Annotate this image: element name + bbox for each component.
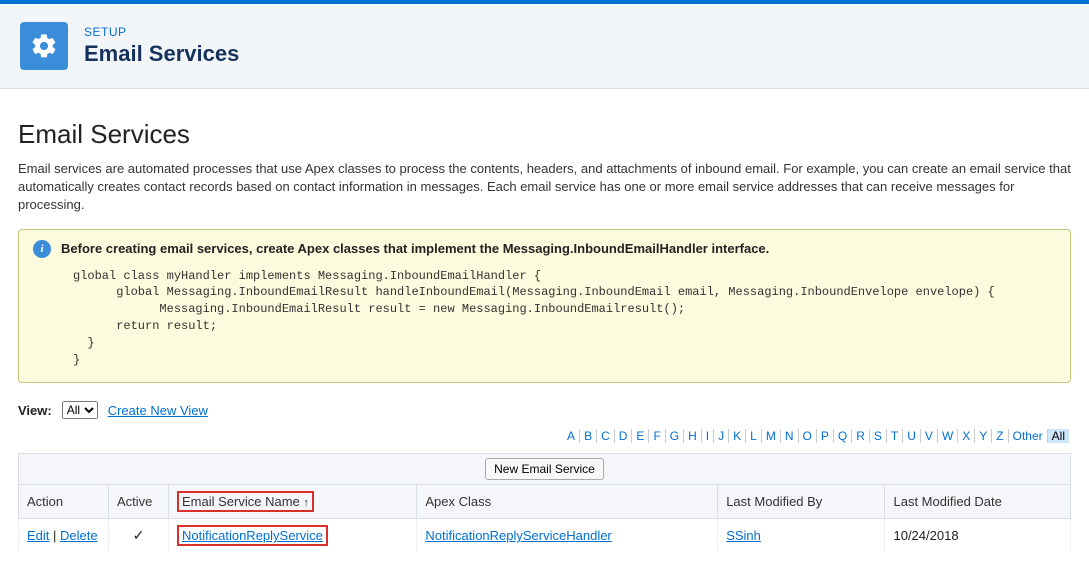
alpha-letter-p[interactable]: P (816, 429, 833, 443)
alpha-letter-i[interactable]: I (701, 429, 713, 443)
alpha-letter-d[interactable]: D (614, 429, 632, 443)
alpha-letter-h[interactable]: H (683, 429, 701, 443)
alpha-letter-n[interactable]: N (780, 429, 798, 443)
create-new-view-link[interactable]: Create New View (108, 403, 208, 418)
cell-name: NotificationReplyService (169, 519, 417, 553)
col-name-label: Email Service Name (182, 494, 300, 509)
alpha-letter-t[interactable]: T (886, 429, 902, 443)
col-modified-date[interactable]: Last Modified Date (885, 485, 1071, 519)
table-row: Edit | Delete ✓ NotificationReplyService… (19, 519, 1071, 553)
setup-titles: SETUP Email Services (84, 25, 239, 67)
alpha-letter-o[interactable]: O (798, 429, 816, 443)
cell-apex: NotificationReplyServiceHandler (417, 519, 718, 553)
new-email-service-button[interactable]: New Email Service (485, 458, 604, 480)
service-name-link[interactable]: NotificationReplyService (182, 528, 323, 543)
col-name[interactable]: Email Service Name ↑ (169, 485, 417, 519)
alpha-letter-u[interactable]: U (902, 429, 920, 443)
view-row: View: All Create New View (18, 401, 1071, 419)
view-label: View: (18, 403, 52, 418)
alpha-letter-r[interactable]: R (851, 429, 869, 443)
code-sample: global class myHandler implements Messag… (33, 268, 1056, 369)
col-action[interactable]: Action (19, 485, 109, 519)
modified-by-link[interactable]: SSinh (726, 528, 761, 543)
header-title: Email Services (84, 41, 239, 67)
info-box: i Before creating email services, create… (18, 229, 1071, 384)
delete-link[interactable]: Delete (60, 528, 98, 543)
alpha-letter-m[interactable]: M (761, 429, 780, 443)
alpha-all[interactable]: All (1047, 429, 1069, 443)
new-button-row: New Email Service (18, 453, 1071, 484)
col-active[interactable]: Active (109, 485, 169, 519)
content: Email Services Email services are automa… (0, 89, 1089, 568)
alpha-letter-a[interactable]: A (563, 429, 579, 443)
alpha-letter-b[interactable]: B (579, 429, 596, 443)
action-separator: | (53, 528, 60, 543)
cell-active: ✓ (109, 519, 169, 553)
cell-action: Edit | Delete (19, 519, 109, 553)
info-heading: Before creating email services, create A… (61, 241, 769, 256)
alpha-filter-row: ABCDEFGHIJKLMNOPQRSTUVWXYZOtherAll (18, 425, 1071, 447)
cell-modified-date: 10/24/2018 (885, 519, 1071, 553)
info-header: i Before creating email services, create… (33, 240, 1056, 258)
sort-ascending-icon: ↑ (303, 497, 309, 509)
view-select[interactable]: All (62, 401, 98, 419)
alpha-letter-q[interactable]: Q (833, 429, 851, 443)
alpha-letter-e[interactable]: E (631, 429, 648, 443)
email-services-table: Action Active Email Service Name ↑ Apex … (18, 484, 1071, 552)
edit-link[interactable]: Edit (27, 528, 49, 543)
alpha-other[interactable]: Other (1008, 429, 1047, 443)
alpha-letter-j[interactable]: J (713, 429, 728, 443)
alpha-letter-w[interactable]: W (937, 429, 957, 443)
col-modified-by[interactable]: Last Modified By (718, 485, 885, 519)
table-header-row: Action Active Email Service Name ↑ Apex … (19, 485, 1071, 519)
cell-modified-by: SSinh (718, 519, 885, 553)
alpha-letter-y[interactable]: Y (974, 429, 991, 443)
table-wrap: New Email Service Action Active Email Se… (18, 453, 1071, 552)
alpha-letter-g[interactable]: G (665, 429, 683, 443)
info-icon: i (33, 240, 51, 258)
alpha-letter-z[interactable]: Z (991, 429, 1007, 443)
gear-icon (20, 22, 68, 70)
apex-class-link[interactable]: NotificationReplyServiceHandler (425, 528, 611, 543)
col-apex[interactable]: Apex Class (417, 485, 718, 519)
alpha-letter-k[interactable]: K (728, 429, 745, 443)
alpha-letter-x[interactable]: X (957, 429, 974, 443)
header-eyebrow: SETUP (84, 25, 239, 39)
check-icon: ✓ (133, 527, 145, 543)
page-title: Email Services (18, 119, 1071, 150)
alpha-letter-c[interactable]: C (596, 429, 614, 443)
alpha-letter-v[interactable]: V (920, 429, 937, 443)
setup-header: SETUP Email Services (0, 4, 1089, 89)
alpha-letter-f[interactable]: F (648, 429, 664, 443)
page-description: Email services are automated processes t… (18, 160, 1071, 215)
alpha-letter-l[interactable]: L (745, 429, 761, 443)
alpha-letter-s[interactable]: S (869, 429, 886, 443)
